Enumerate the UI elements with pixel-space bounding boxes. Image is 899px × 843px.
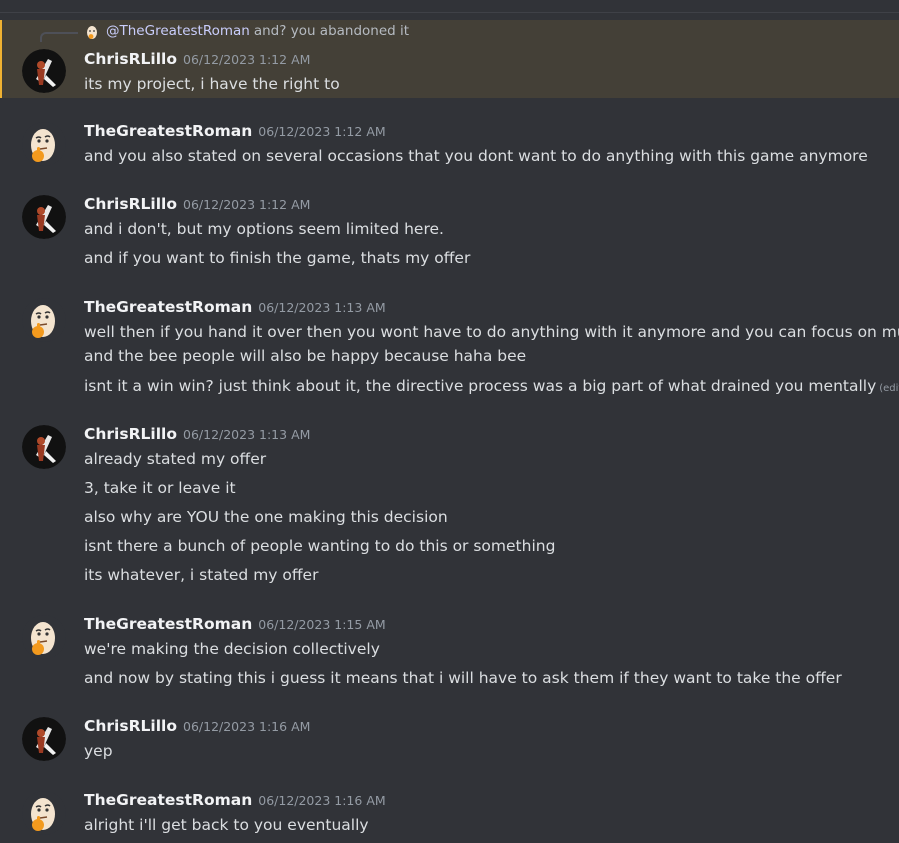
message-timestamp: 06/12/2023 1:12 AM xyxy=(183,52,311,67)
message-author[interactable]: TheGreatestRoman 06/12/2023 1:16 AM xyxy=(84,791,386,809)
reply-spine xyxy=(40,32,78,42)
message-author[interactable]: ChrisRLillo 06/12/2023 1:12 AM xyxy=(84,50,310,68)
chat-message-list[interactable]: @TheGreatestRoman and? you abandoned it C… xyxy=(0,0,899,843)
message-group[interactable]: TheGreatestRoman 06/12/2023 1:16 AM alrig… xyxy=(0,787,899,843)
message-line: isnt there a bunch of people wanting to … xyxy=(84,537,556,555)
message-line: also why are YOU the one making this dec… xyxy=(84,508,448,526)
message-timestamp: 06/12/2023 1:15 AM xyxy=(258,617,386,632)
message-timestamp: 06/12/2023 1:13 AM xyxy=(183,427,311,442)
message-group[interactable]: ChrisRLillo 06/12/2023 1:13 AM already st… xyxy=(0,421,899,593)
thinking-egg-avatar-icon xyxy=(84,24,100,40)
thinking-egg-avatar-icon[interactable] xyxy=(22,298,66,342)
message-line: and if you want to finish the game, that… xyxy=(84,249,471,267)
message-timestamp: 06/12/2023 1:16 AM xyxy=(183,719,311,734)
message-timestamp: 06/12/2023 1:13 AM xyxy=(258,300,386,315)
thinking-egg-avatar-icon[interactable] xyxy=(22,122,66,166)
message-timestamp: 06/12/2023 1:16 AM xyxy=(258,793,386,808)
guitarist-avatar-icon[interactable] xyxy=(22,425,66,469)
thinking-egg-avatar-icon[interactable] xyxy=(22,791,66,835)
message-line: yep xyxy=(84,742,113,760)
message-line: we're making the decision collectively xyxy=(84,640,380,658)
message-line: already stated my offer xyxy=(84,450,267,468)
message-group[interactable]: TheGreatestRoman 06/12/2023 1:15 AM we're… xyxy=(0,611,899,695)
message-author[interactable]: ChrisRLillo 06/12/2023 1:12 AM xyxy=(84,195,310,213)
message-author[interactable]: TheGreatestRoman 06/12/2023 1:12 AM xyxy=(84,122,386,140)
message-line: and i don't, but my options seem limited… xyxy=(84,220,444,238)
message-timestamp: 06/12/2023 1:12 AM xyxy=(183,197,311,212)
message-line: and you also stated on several occasions… xyxy=(84,147,868,165)
message-line: alright i'll get back to you eventually xyxy=(84,816,369,834)
message-group[interactable]: TheGreatestRoman 06/12/2023 1:12 AM and y… xyxy=(0,118,899,174)
reply-mention[interactable]: @TheGreatestRoman and? you abandoned it xyxy=(106,23,409,39)
message-group[interactable]: @TheGreatestRoman and? you abandoned it C… xyxy=(0,20,899,98)
top-divider xyxy=(0,12,899,13)
guitarist-avatar-icon[interactable] xyxy=(22,717,66,761)
message-line: isnt it a win win? just think about it, … xyxy=(84,377,899,395)
guitarist-avatar-icon[interactable] xyxy=(22,49,66,93)
guitarist-avatar-icon[interactable] xyxy=(22,195,66,239)
message-author[interactable]: TheGreatestRoman 06/12/2023 1:15 AM xyxy=(84,615,386,633)
reply-text: and? you abandoned it xyxy=(253,23,410,39)
message-group[interactable]: ChrisRLillo 06/12/2023 1:16 AM yep xyxy=(0,713,899,769)
message-line: and the bee people will also be happy be… xyxy=(84,347,527,365)
thinking-egg-avatar-icon[interactable] xyxy=(22,615,66,659)
message-timestamp: 06/12/2023 1:12 AM xyxy=(258,124,386,139)
message-line: well then if you hand it over then you w… xyxy=(84,323,899,341)
message-line: its whatever, i stated my offer xyxy=(84,566,319,584)
message-author[interactable]: ChrisRLillo 06/12/2023 1:13 AM xyxy=(84,425,310,443)
reply-preview[interactable]: @TheGreatestRoman and? you abandoned it xyxy=(0,20,899,42)
message-line: 3, take it or leave it xyxy=(84,479,236,497)
message-group[interactable]: ChrisRLillo 06/12/2023 1:12 AM and i don'… xyxy=(0,191,899,276)
message-line: its my project, i have the right to xyxy=(84,75,340,93)
message-line: and now by stating this i guess it means… xyxy=(84,669,842,687)
message-group[interactable]: TheGreatestRoman 06/12/2023 1:13 AM well … xyxy=(0,294,899,404)
message-author[interactable]: ChrisRLillo 06/12/2023 1:16 AM xyxy=(84,717,310,735)
message-line-text: isnt it a win win? just think about it, … xyxy=(84,377,877,395)
edited-label: (edited) xyxy=(879,383,899,394)
message-author[interactable]: TheGreatestRoman 06/12/2023 1:13 AM xyxy=(84,298,386,316)
